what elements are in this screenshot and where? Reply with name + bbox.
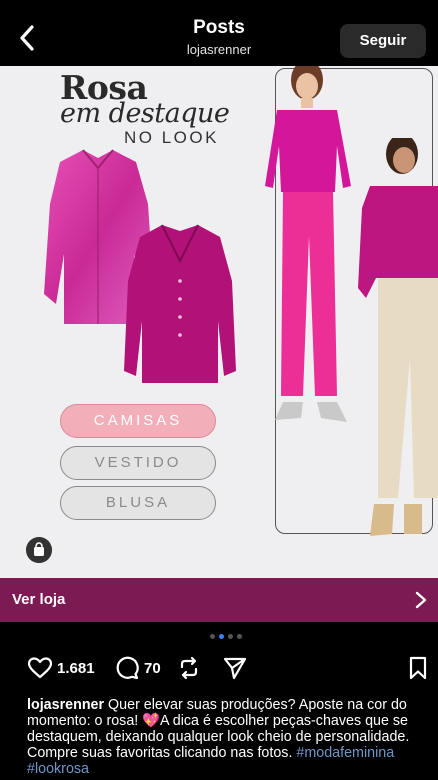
carousel-dot: [228, 634, 233, 639]
save-button[interactable]: [408, 652, 428, 684]
bookmark-icon: [409, 656, 427, 680]
top-bar: Posts lojasrenner Seguir: [0, 0, 438, 66]
blusa-tag[interactable]: BLUSA: [60, 486, 216, 520]
like-button[interactable]: 1.681: [27, 652, 95, 684]
carousel-dot: [237, 634, 242, 639]
view-shop-bar[interactable]: Ver loja: [0, 578, 438, 622]
vestido-tag[interactable]: VESTIDO: [60, 446, 216, 480]
heart-icon: [27, 657, 53, 679]
share-button[interactable]: [222, 652, 248, 684]
model-pink-outfit: [265, 66, 351, 422]
shopping-bag-icon[interactable]: [26, 537, 52, 563]
post-image[interactable]: Rosa em destaque NO LOOK CAMISAS VESTIDO…: [0, 66, 438, 578]
comment-button[interactable]: 70: [114, 652, 161, 684]
model-cream-pants: [358, 138, 438, 536]
headline-em-destaque: em destaque: [60, 98, 230, 129]
carousel-dot: [210, 634, 215, 639]
carousel-indicator: [210, 634, 242, 639]
chevron-right-icon: [415, 591, 427, 609]
like-count: 1.681: [57, 659, 95, 677]
carousel-dot-active: [219, 634, 224, 639]
blouse-illustration: [124, 224, 236, 383]
view-shop-label: Ver loja: [12, 591, 66, 608]
heart-emoji-icon: 💖: [142, 713, 161, 729]
comment-count: 70: [144, 659, 161, 677]
send-icon: [223, 657, 247, 680]
follow-button[interactable]: Seguir: [340, 24, 426, 58]
post-caption: lojasrenner Quer elevar suas produções? …: [27, 697, 437, 777]
repost-button[interactable]: [176, 652, 202, 684]
caption-username[interactable]: lojasrenner: [27, 697, 104, 713]
action-row: 1.681 70: [0, 652, 438, 684]
comment-icon: [116, 656, 139, 680]
camisas-tag[interactable]: CAMISAS: [60, 404, 216, 438]
repost-icon: [180, 656, 198, 680]
